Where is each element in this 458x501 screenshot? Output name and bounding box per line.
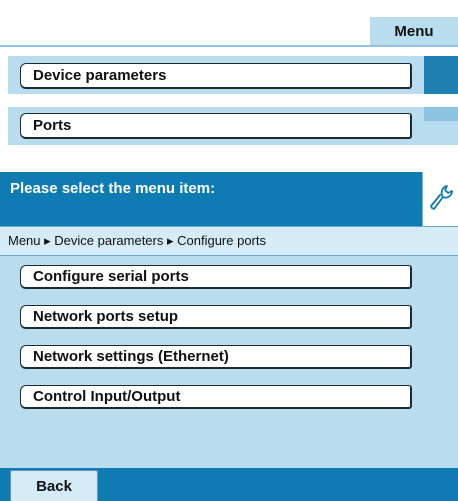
dialog-title: Please select the menu item: [10,180,216,197]
option-label: Network ports setup [33,308,179,325]
device-parameters-label: Device parameters [33,67,167,84]
ports-label: Ports [33,117,72,134]
option-label: Configure serial ports [33,268,189,285]
back-button[interactable]: Back [10,470,98,501]
breadcrumb: Menu ▸ Device parameters ▸ Configure por… [0,226,458,256]
device-parameters-button[interactable]: Device parameters [20,63,412,89]
breadcrumb-text: Menu ▸ Device parameters ▸ Configure por… [8,233,266,248]
menu-tab[interactable]: Menu [370,17,458,45]
ports-button[interactable]: Ports [20,113,412,139]
network-ports-setup-button[interactable]: Network ports setup [20,305,412,329]
option-label: Control Input/Output [33,388,181,405]
option-label: Network settings (Ethernet) [33,348,229,365]
menu-row-accent [424,107,458,121]
network-settings-ethernet-button[interactable]: Network settings (Ethernet) [20,345,412,369]
wrench-icon [428,182,454,217]
menu-underline [0,45,458,47]
settings-button[interactable] [422,172,458,226]
menu-row-accent [424,56,458,94]
control-input-output-button[interactable]: Control Input/Output [20,385,412,409]
configure-serial-ports-button[interactable]: Configure serial ports [20,265,412,289]
